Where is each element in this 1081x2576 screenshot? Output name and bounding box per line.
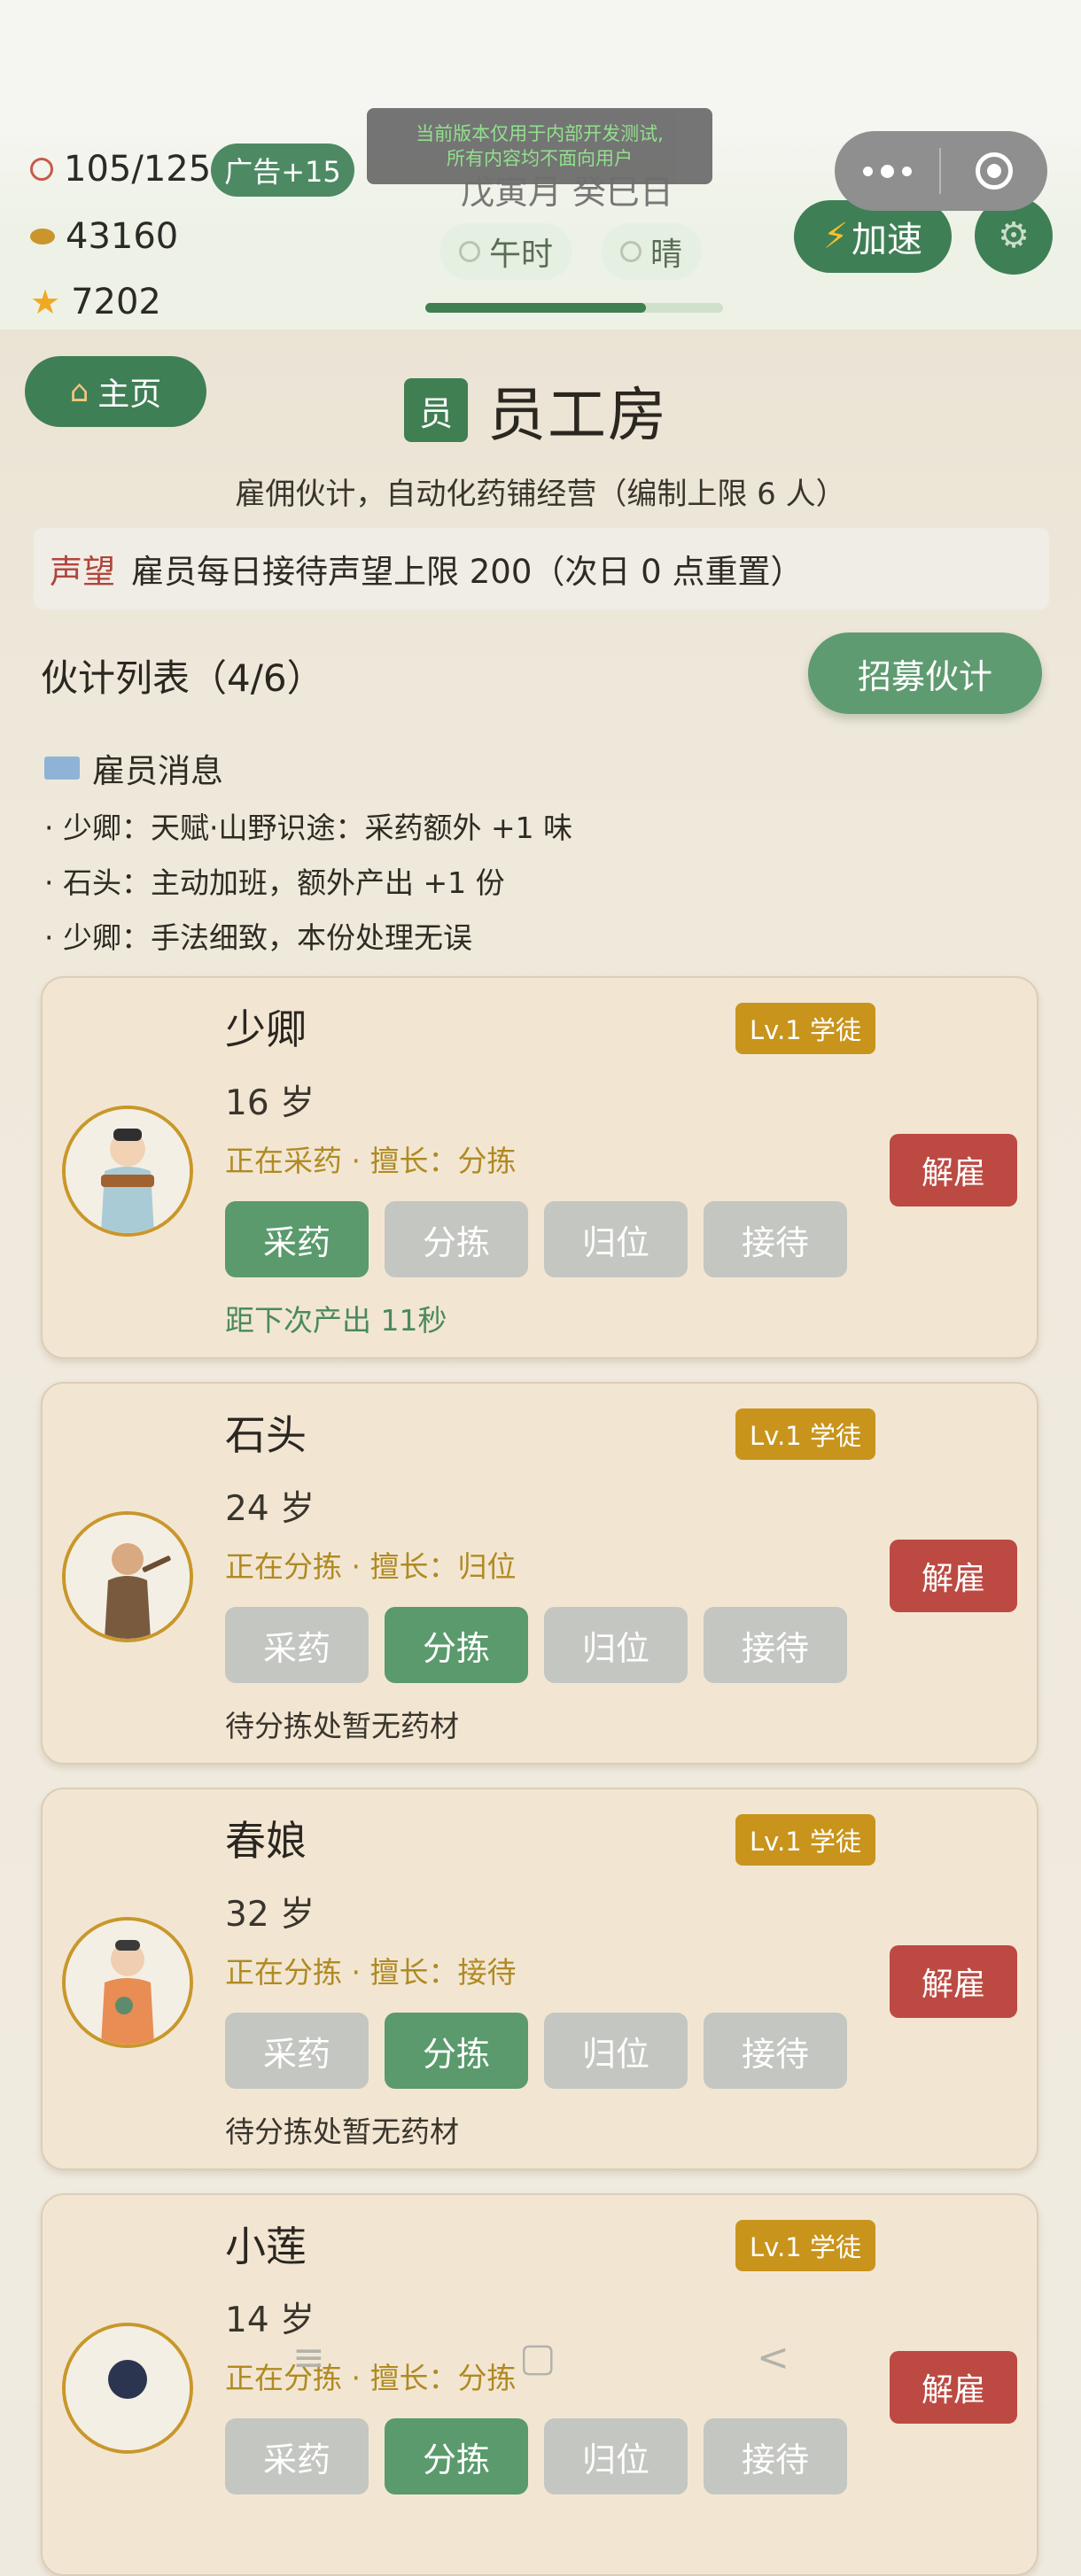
message-item: · 少卿：天赋·山野识途：采药额外 +1 味 — [44, 811, 573, 845]
task-button[interactable]: 分拣 — [385, 2418, 528, 2495]
hour-label: 午时 — [489, 237, 554, 273]
coins-value: 43160 — [66, 216, 179, 257]
task-button[interactable]: 采药 — [225, 1201, 369, 1277]
employee-card: 春娘 32 岁正在分拣 · 擅长：接待 Lv.1 学徒解雇采药 分拣 归位 接待待分拣处暂… — [41, 1788, 1038, 2170]
task-button[interactable]: 分拣 — [385, 1201, 528, 1277]
weather-chip: 晴 — [601, 223, 703, 280]
stamina-stat: 105/125 — [30, 149, 211, 190]
level-badge: Lv.1 学徒 — [735, 2220, 875, 2271]
star-icon: ★ — [30, 283, 61, 322]
message-item: · 石头：主动加班，额外产出 +1 份 — [44, 865, 505, 900]
envelope-icon — [44, 757, 80, 780]
hour-chip: 午时 — [439, 223, 573, 280]
employee-age: 16 岁 — [225, 1083, 315, 1123]
page-subtitle: 雇佣伙计，自动化药铺经营（编制上限 6 人） — [235, 477, 846, 512]
employee-status: 正在分拣 · 擅长：归位 — [225, 1549, 517, 1584]
coins-stat: 43160 — [30, 216, 178, 257]
task-button[interactable]: 采药 — [225, 1607, 369, 1683]
fire-button[interactable]: 解雇 — [890, 1134, 1017, 1207]
gear-icon: ⚙ — [998, 215, 1030, 256]
nav-home-icon[interactable]: ▢ — [519, 2335, 556, 2380]
stars-value: 7202 — [71, 282, 161, 322]
task-button[interactable]: 采药 — [225, 2418, 369, 2495]
employee-avatar — [62, 2323, 193, 2454]
home-button[interactable]: ⌂ 主页 — [25, 356, 206, 427]
stamina-icon — [30, 158, 53, 181]
employee-note: 待分拣处暂无药材 — [225, 2114, 459, 2149]
employee-status: 正在采药 · 擅长：分拣 — [225, 1144, 517, 1178]
employee-status: 正在分拣 · 擅长：分拣 — [225, 2361, 517, 2395]
message-item: · 少卿：手法细致，本份处理无误 — [44, 920, 472, 955]
fire-button[interactable]: 解雇 — [890, 2351, 1017, 2424]
notice-line-2: 所有内容均不面向用户 — [447, 148, 633, 169]
employee-note: 待分拣处暂无药材 — [225, 1709, 459, 1743]
close-miniprogram-button[interactable] — [941, 152, 1047, 190]
weather-label: 晴 — [650, 237, 683, 273]
messages-title: 雇员消息 — [92, 752, 223, 790]
fire-button[interactable]: 解雇 — [890, 1945, 1017, 2018]
task-button[interactable]: 归位 — [544, 2013, 688, 2089]
coin-icon — [30, 229, 55, 244]
task-button[interactable]: 接待 — [704, 1607, 847, 1683]
task-button[interactable]: 分拣 — [385, 2013, 528, 2089]
task-button[interactable]: 接待 — [704, 1201, 847, 1277]
task-button[interactable]: 接待 — [704, 2013, 847, 2089]
recruit-button[interactable]: 招募伙计 — [808, 632, 1042, 714]
dev-test-notice: 当前版本仅用于内部开发测试, 所有内容均不面向用户 — [367, 108, 712, 184]
employee-card: 小莲 14 岁正在分拣 · 擅长：分拣 Lv.1 学徒 解雇 采药 分拣 归位 接待 — [41, 2193, 1038, 2576]
task-button[interactable]: 归位 — [544, 2418, 688, 2495]
level-badge: Lv.1 学徒 — [735, 1408, 875, 1460]
task-button[interactable]: 分拣 — [385, 1607, 528, 1683]
page-title: 员 员工房 — [404, 368, 668, 453]
target-icon — [976, 152, 1013, 190]
home-label: 主页 — [97, 376, 162, 413]
task-button[interactable]: 归位 — [544, 1201, 688, 1277]
task-button[interactable]: 归位 — [544, 1607, 688, 1683]
nav-menu-icon[interactable]: ≡ — [292, 2335, 325, 2380]
house-icon: ⌂ — [69, 374, 89, 409]
task-button[interactable]: 采药 — [225, 2013, 369, 2089]
employee-age: 32 岁 — [225, 1895, 315, 1935]
employee-name: 石头 — [225, 1411, 307, 1459]
employee-note: 距下次产出 11秒 — [225, 1303, 447, 1338]
employee-name: 少卿 — [225, 1005, 307, 1053]
employee-name: 春娘 — [225, 1817, 307, 1865]
reputation-bar: 声望 雇员每日接待声望上限 200（次日 0 点重置） — [34, 528, 1049, 609]
title-badge: 员 — [404, 378, 468, 442]
task-button[interactable]: 接待 — [704, 2418, 847, 2495]
level-badge: Lv.1 学徒 — [735, 1003, 875, 1054]
level-badge: Lv.1 学徒 — [735, 1814, 875, 1866]
employee-avatar — [62, 1106, 193, 1237]
clock-icon — [459, 241, 480, 262]
ad-bonus-button[interactable]: 广告+15 — [211, 144, 354, 197]
stamina-value: 105/125 — [64, 149, 212, 190]
employee-avatar — [62, 1511, 193, 1642]
employee-list-title: 伙计列表（4/6） — [41, 656, 324, 700]
speed-label: 加速 — [852, 220, 923, 260]
messages-header: 雇员消息 — [44, 744, 223, 792]
stars-stat: ★ 7202 — [30, 282, 161, 322]
employee-card: 石头 24 岁正在分拣 · 擅长：归位 Lv.1 学徒解雇采药 分拣 归位 接待待分拣处暂… — [41, 1382, 1038, 1765]
weather-icon — [620, 241, 642, 262]
reputation-text: 雇员每日接待声望上限 200（次日 0 点重置） — [131, 553, 804, 591]
employee-avatar — [62, 1917, 193, 2048]
employee-age: 24 岁 — [225, 1489, 315, 1529]
employee-name: 小莲 — [225, 2223, 307, 2270]
lightning-icon: ⚡ — [822, 216, 849, 257]
more-menu-button[interactable] — [835, 164, 939, 178]
notice-line-1: 当前版本仅用于内部开发测试, — [416, 123, 664, 144]
day-progress-bar — [425, 303, 723, 313]
day-progress-fill — [425, 303, 646, 313]
speed-up-button[interactable]: ⚡ 加速 — [794, 200, 952, 273]
nav-back-icon[interactable]: < — [757, 2335, 789, 2380]
page-title-text: 员工房 — [487, 381, 668, 449]
miniprogram-capsule — [835, 131, 1047, 211]
reputation-tag: 声望 — [50, 553, 115, 591]
employee-card: 少卿 16 岁正在采药 · 擅长：分拣 Lv.1 学徒解雇采药 分拣 归位 接待距下次产出… — [41, 976, 1038, 1359]
fire-button[interactable]: 解雇 — [890, 1540, 1017, 1612]
employee-status: 正在分拣 · 擅长：接待 — [225, 1955, 517, 1990]
